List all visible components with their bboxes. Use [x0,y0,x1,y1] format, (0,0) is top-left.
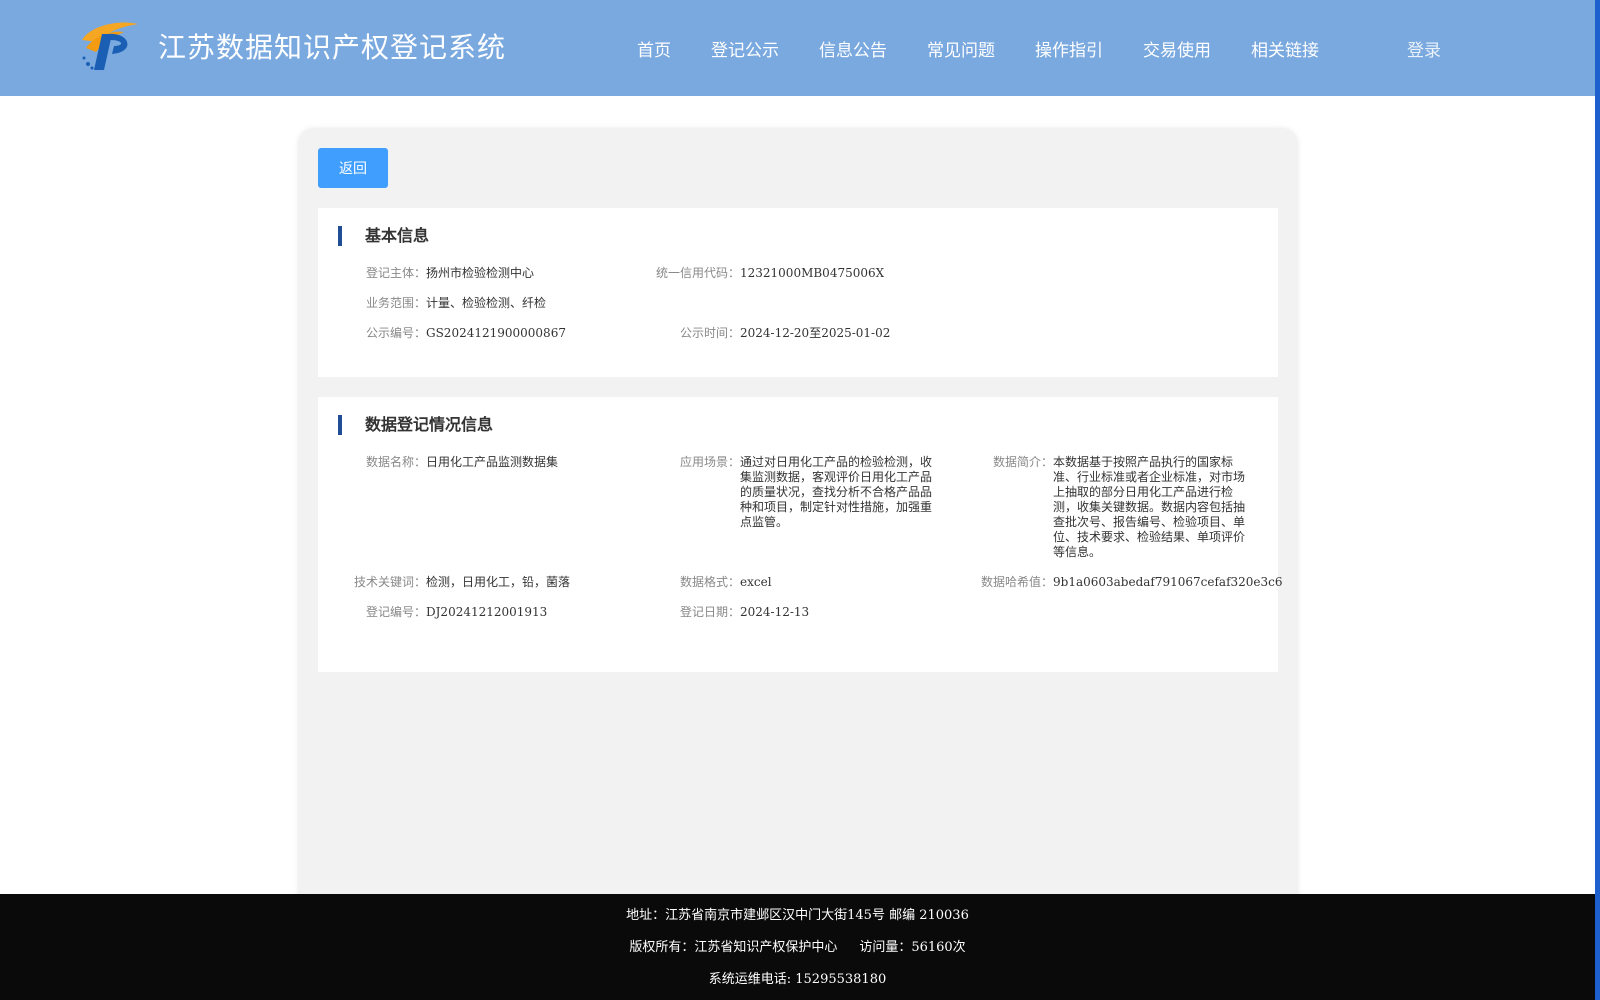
intro-value: 本数据基于按照产品执行的国家标准、行业标准或者企业标准，对市场上抽取的部分日用化… [1053,455,1246,559]
keywords-label: 技术关键词： [353,575,426,589]
nav-registration-notice[interactable]: 登记公示 [711,36,779,61]
footer-visits: 访问量：56160次 [859,940,966,955]
site-title: 江苏数据知识产权登记系统 [158,31,507,64]
hash-value: 9b1a0603abedaf791067cefaf320e3c6 [1053,575,1283,589]
notice-no-label: 公示编号： [365,326,426,340]
nav-guide[interactable]: 操作指引 [1035,36,1103,61]
keywords-value: 检测，日用化工，铅，菌落 [426,575,571,589]
footer-copyright: 版权所有：江苏省知识产权保护中心 [629,940,838,955]
registrant-value: 扬州市检验检测中心 [426,266,535,280]
top-header: 江苏数据知识产权登记系统 首页 登记公示 信息公告 常见问题 操作指引 交易使用… [0,0,1595,96]
data-name-label: 数据名称： [365,455,426,469]
hash-label: 数据哈希值： [980,575,1053,589]
nav-faq[interactable]: 常见问题 [927,36,995,61]
nav-related-links[interactable]: 相关链接 [1251,36,1319,61]
scrollbar-edge [1595,0,1600,1000]
format-value: excel [740,575,772,589]
nav-home[interactable]: 首页 [637,36,671,61]
scenario-value: 通过对日用化工产品的检验检测，收集监测数据，客观评价日用化工产品的质量状况，查找… [740,455,933,529]
data-info-title: 数据登记情况信息 [338,415,493,435]
notice-time-label: 公示时间： [679,326,740,340]
data-info-card: 数据登记情况信息 数据名称： 日用化工产品监测数据集 应用场景： 通过对日用化工… [318,397,1283,672]
reg-date-value: 2024-12-13 [740,605,810,619]
footer-address: 地址：江苏省南京市建邺区汉中门大街145号 邮编 210036 [626,908,969,923]
registrant-label: 登记主体： [365,266,426,280]
site-logo[interactable] [78,18,142,74]
data-name-value: 日用化工产品监测数据集 [426,455,559,469]
nav-trade-use[interactable]: 交易使用 [1143,36,1211,61]
basic-info-title: 基本信息 [338,226,429,246]
footer-phone: 系统运维电话: 15295538180 [708,972,887,987]
reg-no-value: DJ20241212001913 [426,605,548,619]
reg-no-label: 登记编号： [365,605,426,619]
nav-announcements[interactable]: 信息公告 [819,36,887,61]
credit-code-label: 统一信用代码： [655,266,740,280]
scope-label: 业务范围： [365,296,426,310]
scope-value: 计量、检验检测、纤检 [426,296,547,310]
footer-copyright-line: 版权所有：江苏省知识产权保护中心 访问量：56160次 [0,936,1595,955]
basic-info-card: 基本信息 登记主体： 扬州市检验检测中心 统一信用代码： 12321000MB0… [318,208,1278,377]
scenario-label: 应用场景： [679,455,740,469]
intro-label: 数据简介： [992,455,1053,469]
notice-no-value: GS2024121900000867 [426,326,566,340]
site-footer: 地址：江苏省南京市建邺区汉中门大街145号 邮编 210036 版权所有：江苏省… [0,894,1595,1000]
notice-time-value: 2024-12-20至2025-01-02 [740,326,891,340]
back-button[interactable]: 返回 [318,148,388,188]
format-label: 数据格式： [679,575,740,589]
login-link[interactable]: 登录 [1407,36,1441,61]
reg-date-label: 登记日期： [679,605,740,619]
detail-panel: 返回 基本信息 登记主体： 扬州市检验检测中心 统一信用代码： 12321000… [298,128,1298,918]
credit-code-value: 12321000MB0475006X [740,266,885,280]
